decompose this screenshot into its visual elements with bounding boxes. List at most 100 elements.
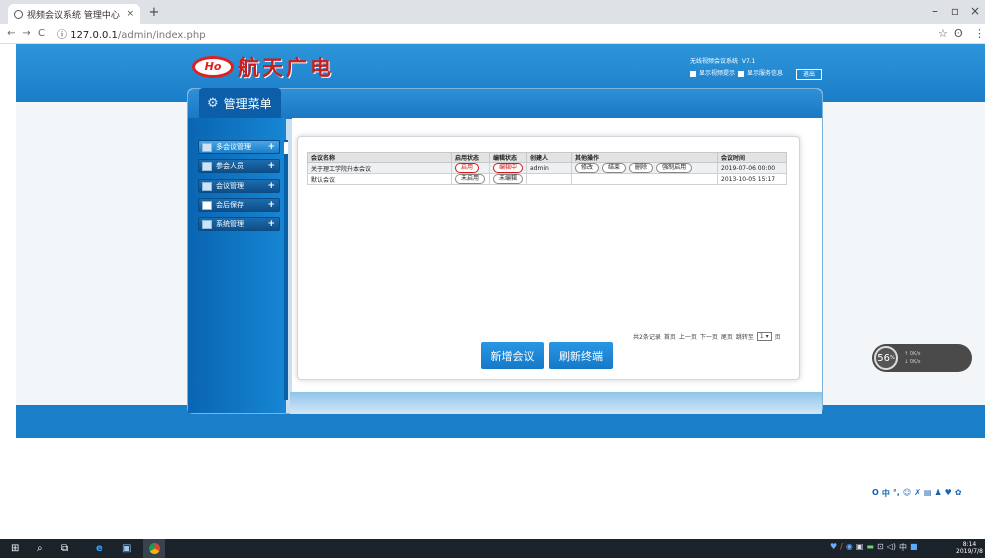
expand-plus-icon[interactable]: +	[267, 161, 275, 171]
url-field[interactable]: ⓘ 127.0.0.1/admin/index.php	[57, 26, 206, 41]
network-icon[interactable]: ⊡	[877, 542, 884, 553]
sidebar-collapse-handle[interactable]	[284, 142, 288, 154]
ime-tools-icon[interactable]: ✗	[914, 488, 921, 499]
ime-skin-icon[interactable]: ♥	[945, 488, 952, 499]
tab-title: 视频会议系统 管理中心	[27, 10, 120, 21]
refresh-terminal-button[interactable]: 刷新终端	[549, 342, 613, 369]
sidebar-item-label: 系统管理	[216, 220, 244, 228]
windows-start-icon[interactable]: ⊞	[11, 543, 19, 554]
back-arrow-icon[interactable]: ←	[4, 28, 19, 39]
maximize-button[interactable]: ▫	[946, 4, 964, 18]
show-stream-hint-label: 显示视频提示	[699, 70, 736, 77]
save-icon	[202, 200, 212, 210]
creator	[526, 173, 573, 185]
ime-indicator[interactable]: 中	[899, 542, 907, 553]
address-bar: ← → C ⓘ 127.0.0.1/admin/index.php ☆ ʘ ⋮	[0, 24, 985, 44]
table-row: 关于理工学院升本会议 启用 编辑中 admin 修改 结束 删除 强制启用 2019-…	[307, 162, 787, 174]
chrome-taskbar-button[interactable]	[143, 539, 165, 558]
column-header: 创建人	[526, 152, 573, 163]
pen-icon[interactable]: /	[840, 542, 843, 553]
sidebar-item-multi-meeting[interactable]: 多会议管理 +	[198, 140, 280, 154]
table-row: 默认会议 未启用 未编辑 2013-10-05 15:17	[307, 173, 787, 185]
system-name: 无线视频会议系统	[690, 58, 739, 65]
next-page-link[interactable]: 下一页	[700, 332, 718, 341]
expand-plus-icon[interactable]: +	[267, 142, 275, 152]
close-tab-icon[interactable]: ×	[126, 9, 134, 19]
media-app-icon[interactable]: ▣	[122, 543, 131, 554]
ime-punct-icon[interactable]: °,	[893, 488, 900, 499]
app-tray-icon[interactable]: ◉	[846, 542, 853, 553]
first-page-link[interactable]: 首页	[664, 332, 676, 341]
edit-status-button[interactable]: 编辑中	[493, 163, 524, 173]
reload-icon[interactable]: C	[34, 28, 49, 39]
header-info: 无线视频会议系统 V7.1 显示视频提示 显示服务信息	[690, 57, 783, 78]
ime-settings-icon[interactable]: ✿	[955, 488, 962, 499]
minimize-button[interactable]: –	[926, 4, 944, 18]
force-enable-button[interactable]: 强制启用	[656, 163, 693, 173]
show-server-info-checkbox[interactable]	[738, 70, 745, 77]
meeting-name: 默认会议	[307, 173, 452, 185]
site-info-icon[interactable]: ⓘ	[57, 30, 67, 41]
ime-mode-icon[interactable]: 中	[882, 488, 890, 499]
ime-logo-icon[interactable]: O	[872, 488, 879, 499]
show-stream-hint-checkbox[interactable]	[690, 70, 696, 77]
profile-icon[interactable]: ʘ	[954, 27, 963, 40]
url-host: 127.0.0.1	[70, 30, 118, 41]
operations-cell	[571, 173, 719, 185]
ime-user-icon[interactable]: ♟	[934, 488, 941, 499]
pagination: 共2条记录 首页 上一页 下一页 尾页 跳转至 1 ▾ 页	[633, 332, 781, 341]
column-header: 会议时间	[717, 152, 787, 163]
sidebar-item-system-management[interactable]: 系统管理 +	[198, 217, 280, 231]
enable-status-cell: 未启用	[451, 173, 490, 185]
show-server-info-label: 显示服务信息	[747, 70, 784, 77]
new-tab-button[interactable]: +	[146, 5, 162, 20]
page-select[interactable]: 1 ▾	[756, 332, 772, 341]
volume-icon[interactable]: ◁)	[887, 542, 896, 553]
notification-icon[interactable]: ■	[910, 542, 918, 553]
end-button[interactable]: 结束	[602, 163, 627, 173]
logout-button[interactable]: 退出	[796, 69, 822, 80]
search-icon[interactable]: ⌕	[37, 543, 43, 554]
modify-button[interactable]: 修改	[575, 163, 600, 173]
edit-status-button[interactable]: 未编辑	[493, 174, 524, 184]
sidebar-item-meeting-management[interactable]: 会议管理 +	[198, 179, 280, 193]
page-unit: 页	[774, 334, 781, 341]
admin-panel-header	[188, 89, 822, 119]
sidebar-item-participants[interactable]: 参会人员 +	[198, 159, 280, 173]
ime-emoji-icon[interactable]: ☺	[903, 488, 911, 499]
browser-tab[interactable]: 视频会议系统 管理中心 ×	[8, 4, 140, 24]
menu-more-icon[interactable]: ⋮	[974, 27, 985, 40]
settings-window-icon	[202, 219, 212, 229]
task-view-icon[interactable]: ⧉	[61, 543, 68, 554]
enable-status-button[interactable]: 未启用	[455, 174, 486, 184]
delete-button[interactable]: 删除	[629, 163, 654, 173]
ime-toolbar[interactable]: O 中 °, ☺ ✗ ▤ ♟ ♥ ✿	[872, 488, 962, 499]
bookmark-star-icon[interactable]: ☆	[938, 27, 948, 40]
add-meeting-button[interactable]: 新增会议	[481, 342, 544, 369]
expand-plus-icon[interactable]: +	[267, 219, 275, 229]
sidebar-item-post-meeting-save[interactable]: 会后保存 +	[198, 198, 280, 212]
network-speed-widget[interactable]: 56% ↑ 0K/s ↓ 0K/s	[872, 344, 972, 372]
clock-time: 8:14	[962, 541, 977, 548]
edit-status-cell: 未编辑	[488, 173, 528, 185]
forward-arrow-icon[interactable]: →	[19, 28, 34, 39]
chrome-icon	[148, 543, 160, 554]
tray-app-icon[interactable]: ▣	[856, 542, 864, 553]
enable-status-button[interactable]: 启用	[455, 163, 480, 173]
table-header-row: 会议名称 启用状态 编辑状态 创建人 其他操作 会议时间	[307, 152, 787, 163]
battery-icon[interactable]: ▬	[866, 542, 874, 553]
sidebar-item-label: 参会人员	[216, 162, 244, 170]
shield-icon[interactable]: ♥	[830, 542, 837, 553]
close-window-button[interactable]: ×	[966, 4, 984, 18]
mail-icon	[202, 181, 212, 191]
taskbar-clock[interactable]: 8:14 2019/7/8	[956, 541, 983, 555]
expand-plus-icon[interactable]: +	[267, 181, 275, 191]
prev-page-link[interactable]: 上一页	[679, 332, 697, 341]
expand-plus-icon[interactable]: +	[267, 200, 275, 210]
menu-title-text: 管理菜单	[223, 96, 272, 111]
ie-browser-icon[interactable]: e	[96, 543, 103, 554]
meeting-time: 2019-07-06 00:00	[717, 162, 787, 174]
upload-rate: 0K/s	[909, 351, 921, 357]
ime-keyboard-icon[interactable]: ▤	[924, 488, 932, 499]
last-page-link[interactable]: 尾页	[721, 332, 733, 341]
